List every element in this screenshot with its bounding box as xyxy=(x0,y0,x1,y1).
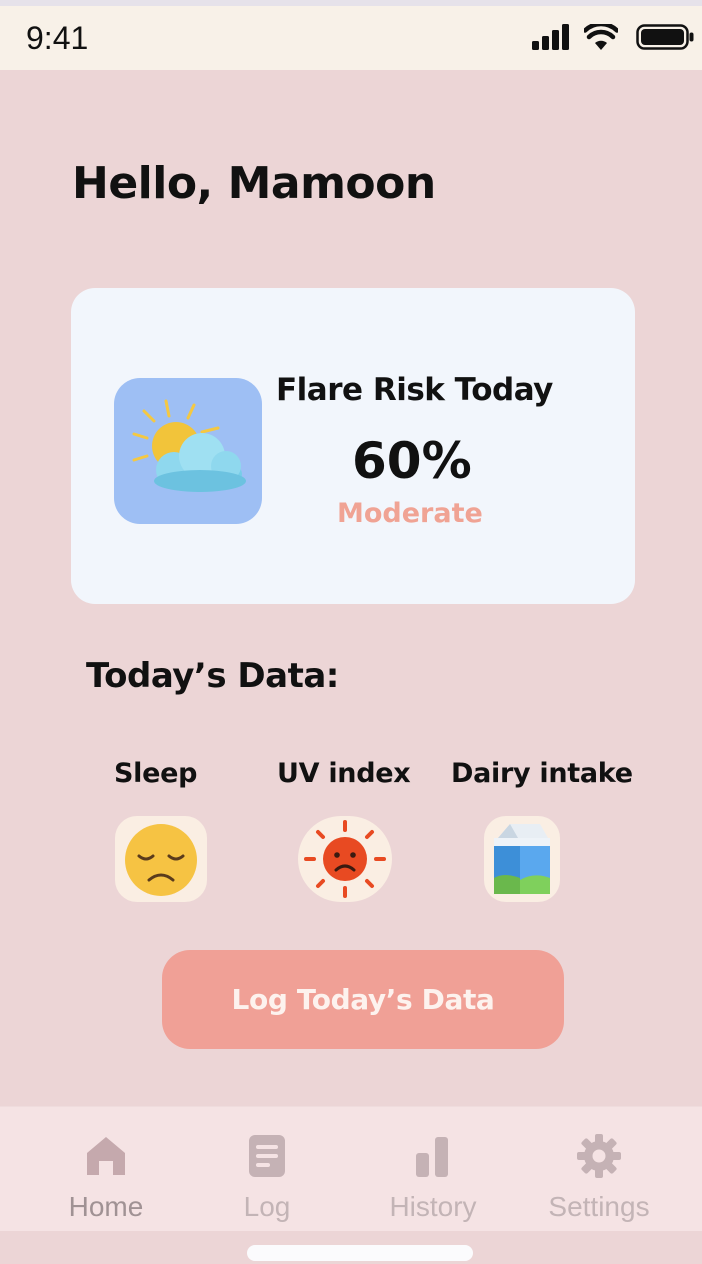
sleepy-face-icon xyxy=(125,824,197,896)
frowning-sun-icon xyxy=(304,820,386,898)
todays-data-title: Today’s Data: xyxy=(86,656,339,696)
status-time: 9:41 xyxy=(26,20,89,56)
cellular-signal-icon xyxy=(532,24,569,50)
sleep-label: Sleep xyxy=(114,758,198,789)
tab-home[interactable]: Home xyxy=(31,1107,181,1231)
home-indicator[interactable] xyxy=(247,1245,473,1261)
tab-settings-label: Settings xyxy=(548,1191,650,1222)
home-icon xyxy=(87,1137,125,1175)
log-todays-data-button[interactable]: Log Today’s Data xyxy=(162,950,564,1049)
dairy-intake-label: Dairy intake xyxy=(451,758,633,789)
dairy-intake-tile[interactable] xyxy=(484,816,560,902)
tab-history-label: History xyxy=(389,1191,477,1222)
gear-icon xyxy=(577,1134,621,1178)
document-icon xyxy=(249,1135,285,1177)
uv-index-label: UV index xyxy=(277,758,411,789)
battery-icon xyxy=(636,24,694,50)
tab-log[interactable]: Log xyxy=(192,1107,342,1231)
flare-risk-percent: 60% xyxy=(352,432,472,490)
bar-chart-icon xyxy=(416,1137,448,1177)
sleep-tile[interactable] xyxy=(115,816,207,902)
milk-carton-icon xyxy=(494,824,550,894)
flare-risk-card[interactable]: Flare Risk Today 60% Moderate xyxy=(71,288,635,604)
weather-tile xyxy=(114,378,262,524)
tab-log-label: Log xyxy=(243,1191,291,1222)
sun-behind-cloud-icon xyxy=(132,399,246,492)
wifi-icon xyxy=(584,24,618,50)
flare-risk-title: Flare Risk Today xyxy=(276,372,553,408)
tab-bar: Home Log History Settings xyxy=(0,1106,702,1231)
tab-history[interactable]: History xyxy=(358,1107,508,1231)
status-bar: 9:41 xyxy=(0,0,702,70)
tab-settings[interactable]: Settings xyxy=(524,1107,674,1231)
tab-home-label: Home xyxy=(68,1191,144,1222)
greeting-title: Hello, Mamoon xyxy=(72,158,436,209)
flare-risk-level: Moderate xyxy=(337,498,483,529)
uv-index-tile[interactable] xyxy=(298,816,392,902)
